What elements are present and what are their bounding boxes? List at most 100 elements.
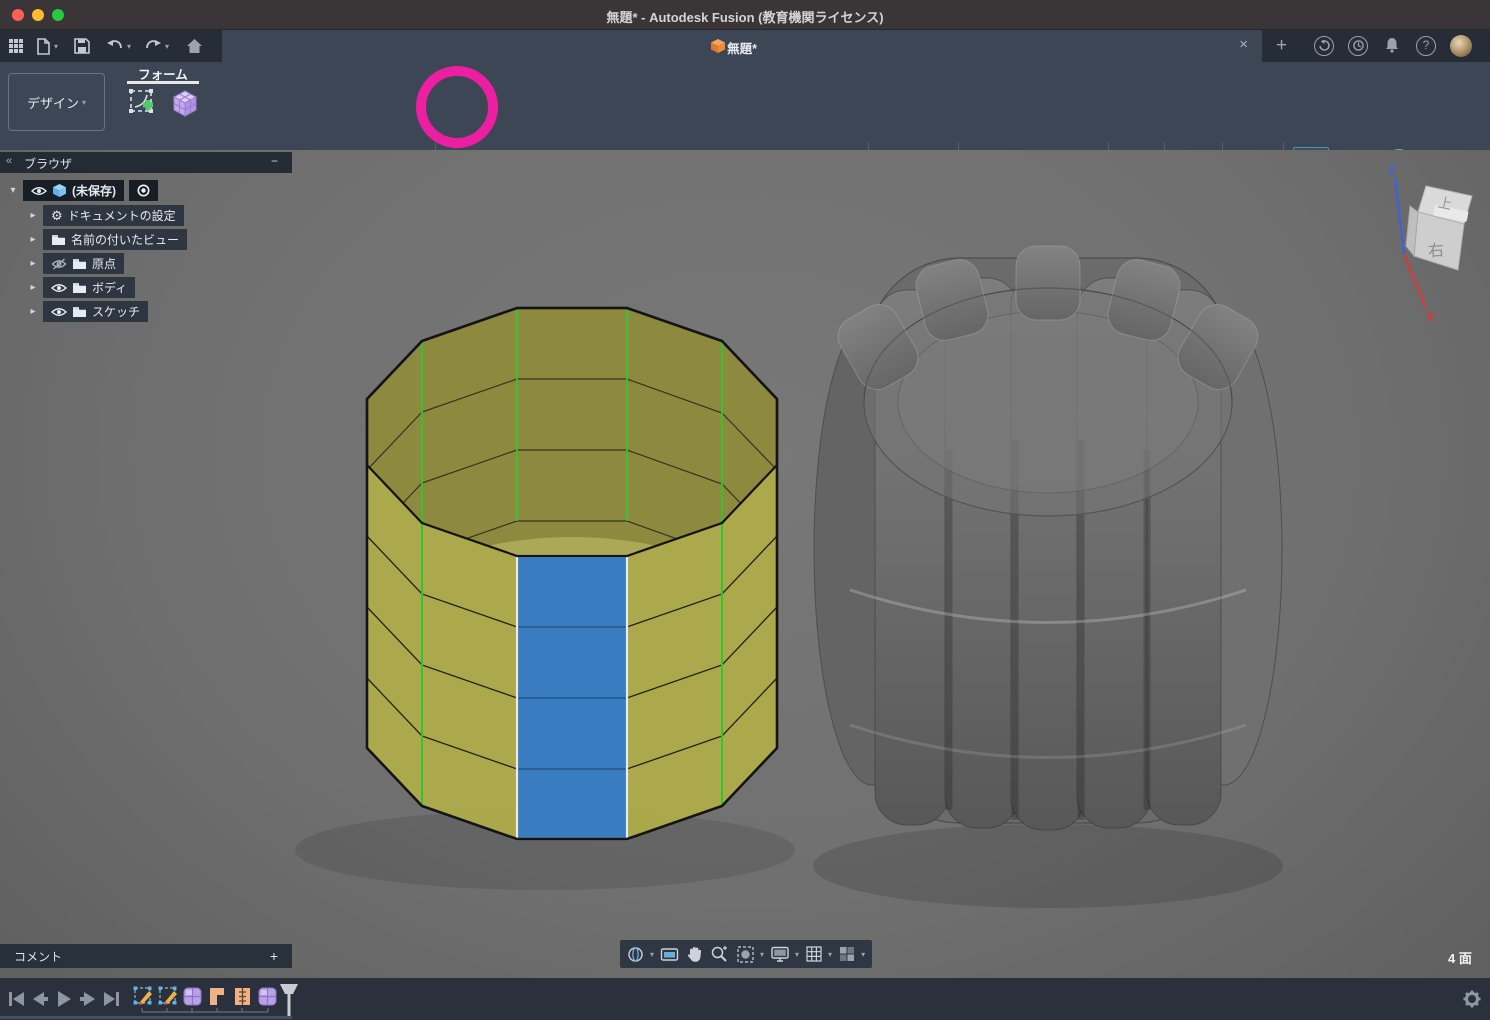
expand-chevron-icon[interactable]: ▸ <box>28 210 38 221</box>
fit-button[interactable] <box>736 945 755 964</box>
new-tab-button[interactable]: + <box>1276 35 1287 57</box>
workspace-selector[interactable]: デザイン ▾ <box>8 73 105 131</box>
undo-button[interactable]: ▾ <box>106 35 131 57</box>
viewports-button[interactable] <box>838 945 856 963</box>
display-settings-icon <box>770 945 790 963</box>
undo-icon <box>106 39 124 53</box>
browser-row-named-views[interactable]: ▸ 名前の付いたビュー <box>28 229 187 250</box>
redo-button[interactable]: ▾ <box>144 35 169 57</box>
look-at-button[interactable] <box>660 946 679 963</box>
step-back-button[interactable] <box>33 992 48 1006</box>
create-box-button[interactable] <box>167 85 203 121</box>
timeline-features <box>132 982 302 1018</box>
redo-caret: ▾ <box>165 42 169 51</box>
job-status-icon <box>1319 40 1330 51</box>
view-cube[interactable]: Z X 上 右 <box>1368 158 1488 323</box>
browser-header[interactable]: « ブラウザ − <box>0 152 292 173</box>
grid-settings-button[interactable] <box>805 945 823 963</box>
create-sketch-icon <box>127 87 159 119</box>
document-name: (未保存) <box>72 182 116 199</box>
orbit-caret[interactable]: ▾ <box>650 950 654 959</box>
timeline-sketch-feature[interactable] <box>134 987 153 1006</box>
viewports-caret[interactable]: ▾ <box>861 950 865 959</box>
play-button[interactable] <box>58 991 71 1007</box>
gear-icon: ⚙ <box>51 208 63 224</box>
user-avatar[interactable] <box>1450 35 1472 57</box>
activity-button[interactable] <box>1348 36 1368 56</box>
expand-chevron-icon[interactable]: ▸ <box>28 258 38 269</box>
home-icon <box>186 38 203 54</box>
fit-icon <box>736 945 755 964</box>
tspline-body[interactable] <box>295 308 795 890</box>
timeline-playback <box>8 989 123 1009</box>
bell-icon <box>1383 36 1401 54</box>
visibility-off-eye-icon[interactable] <box>51 258 67 270</box>
selected-faces[interactable] <box>517 556 627 839</box>
collapse-browser-icon[interactable]: « <box>6 155 12 167</box>
skip-to-start-button[interactable] <box>9 992 24 1006</box>
row-label: 原点 <box>92 255 116 272</box>
zoom-icon <box>710 945 729 964</box>
home-button[interactable] <box>186 35 203 57</box>
row-label: ドキュメントの設定 <box>68 207 176 224</box>
expand-chevron-icon[interactable]: ▸ <box>28 306 38 317</box>
comments-label: コメント <box>14 948 62 965</box>
fit-caret[interactable]: ▾ <box>760 950 764 959</box>
timeline-scrollbar[interactable] <box>0 1016 292 1019</box>
viewport-canvas[interactable]: Z X 上 右 コメント + ▾ <box>0 150 1490 1020</box>
browser-row-origin[interactable]: ▸ 原点 <box>28 253 124 274</box>
grid-menu-icon <box>8 38 24 54</box>
job-status-button[interactable] <box>1314 36 1334 56</box>
timeline-stitch-feature[interactable] <box>235 988 250 1005</box>
browser-row-bodies[interactable]: ▸ ボディ <box>28 277 135 298</box>
save-button[interactable] <box>74 35 90 57</box>
visibility-eye-icon[interactable] <box>31 186 47 196</box>
minimize-browser-icon[interactable]: − <box>271 154 278 168</box>
timeline-sketch-feature[interactable] <box>159 987 178 1006</box>
gear-icon <box>1464 991 1481 1008</box>
add-comment-button[interactable]: + <box>270 948 278 964</box>
timeline-face-feature[interactable] <box>210 988 224 1005</box>
main-toolbar: デザイン ▾ フォーム <box>0 62 1490 150</box>
timeline-settings-button[interactable] <box>1462 989 1482 1009</box>
display-settings-button[interactable] <box>770 945 790 963</box>
create-sketch-button[interactable] <box>125 85 161 121</box>
step-forward-button[interactable] <box>80 992 95 1006</box>
display-caret[interactable]: ▾ <box>795 950 799 959</box>
expand-chevron-icon[interactable]: ▸ <box>28 234 38 245</box>
browser-root-row[interactable]: ▾ (未保存) <box>8 180 158 201</box>
timeline-form-feature[interactable] <box>259 988 276 1005</box>
zoom-button[interactable] <box>710 945 729 964</box>
box-primitive-icon <box>168 86 202 120</box>
expand-chevron-icon[interactable]: ▾ <box>8 185 18 196</box>
visibility-eye-icon[interactable] <box>51 307 67 317</box>
smooth-body[interactable] <box>813 246 1283 908</box>
orbit-icon <box>626 945 645 964</box>
file-menu-button[interactable]: ▾ <box>36 35 58 57</box>
browser-title: ブラウザ <box>24 155 72 172</box>
app-menu-button[interactable] <box>8 35 24 57</box>
expand-chevron-icon[interactable]: ▸ <box>28 282 38 293</box>
help-button[interactable]: ? <box>1416 36 1436 56</box>
timeline-position-marker[interactable] <box>280 984 298 1016</box>
axis-z-label: Z <box>1388 162 1396 177</box>
orbit-button[interactable] <box>626 945 645 964</box>
grid-caret[interactable]: ▾ <box>828 950 832 959</box>
skip-to-end-button[interactable] <box>104 992 119 1006</box>
axis-x-label: X <box>1426 309 1435 323</box>
notifications-button[interactable] <box>1382 36 1402 56</box>
tab-close-icon[interactable]: × <box>1239 36 1248 53</box>
document-tab[interactable]: 無題* × <box>222 30 1262 62</box>
visibility-eye-icon[interactable] <box>51 283 67 293</box>
browser-row-document-settings[interactable]: ▸ ⚙ ドキュメントの設定 <box>28 205 184 226</box>
pan-button[interactable] <box>686 945 703 963</box>
timeline-form-feature[interactable] <box>184 988 201 1005</box>
3d-scene <box>0 150 1490 978</box>
folder-icon <box>51 234 66 246</box>
browser-row-sketches[interactable]: ▸ スケッチ <box>28 301 148 322</box>
tab-title: 無題* <box>222 38 1262 57</box>
active-component-radio-icon[interactable] <box>137 184 150 197</box>
row-label: スケッチ <box>92 303 140 320</box>
folder-icon <box>72 306 87 318</box>
comments-panel[interactable]: コメント + <box>0 944 292 968</box>
